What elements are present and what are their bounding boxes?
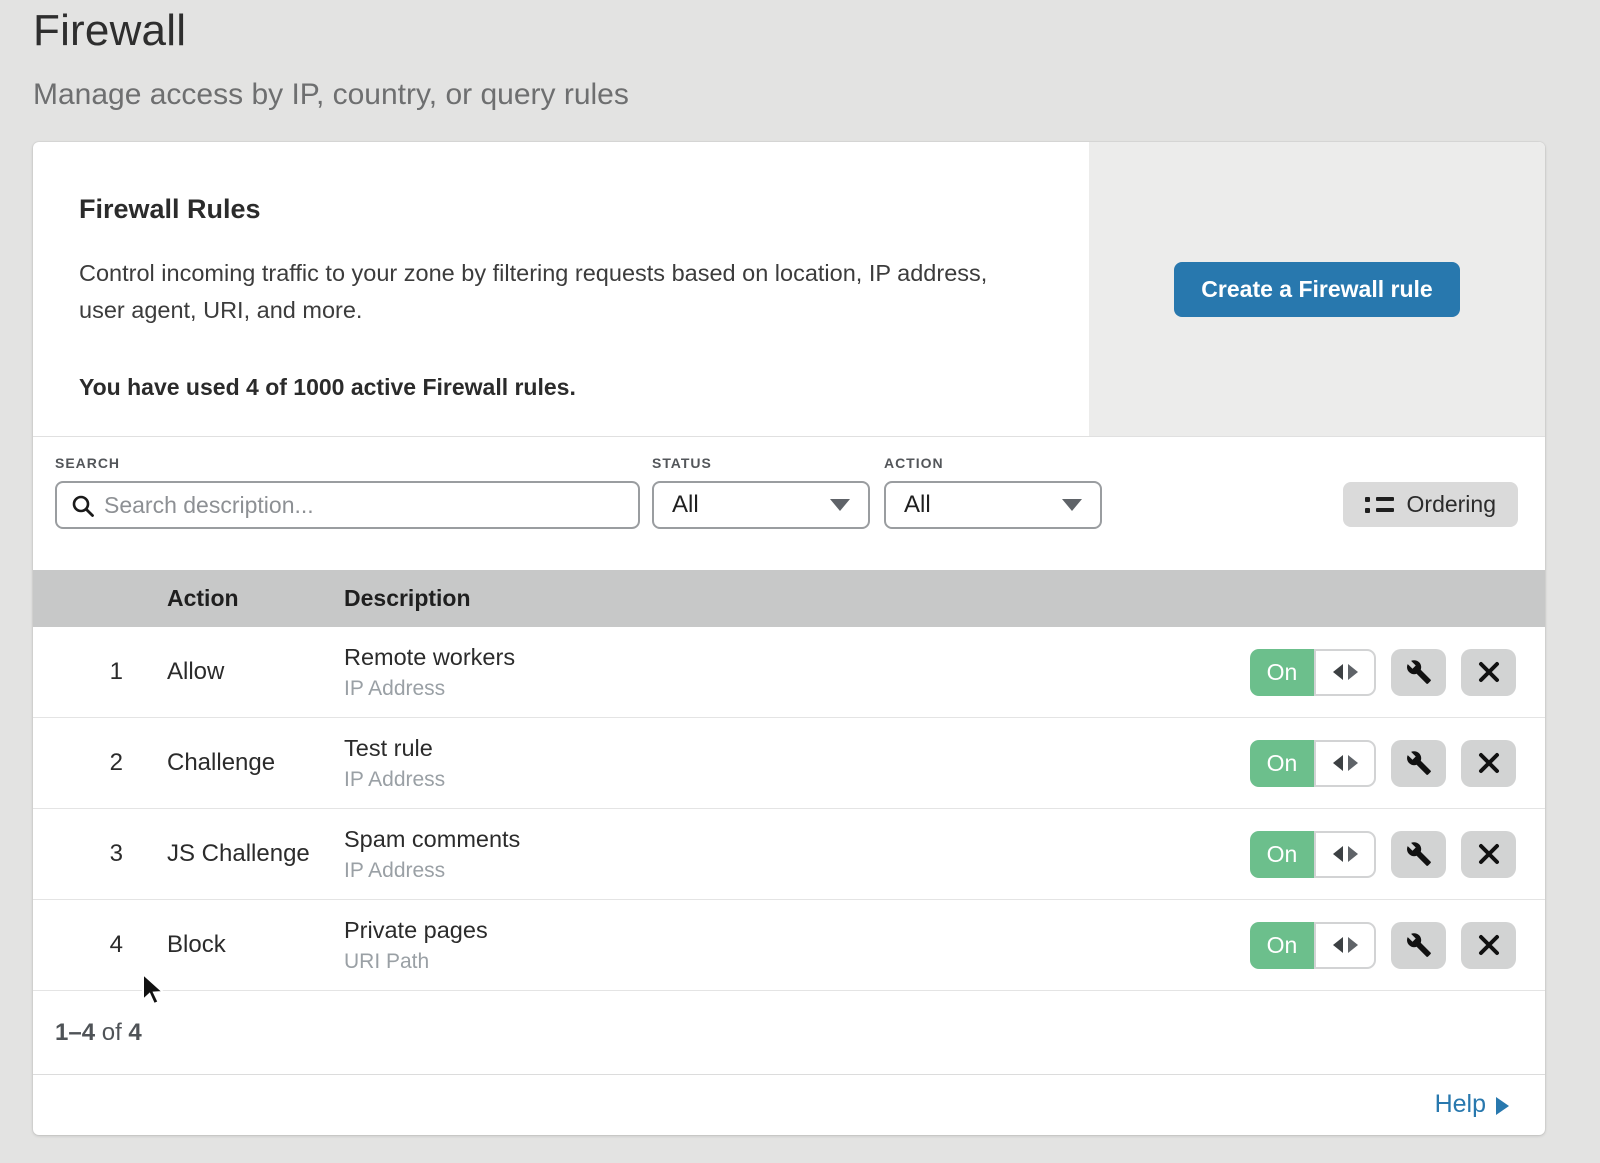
close-icon bbox=[1477, 842, 1501, 866]
rules-summary-section: Firewall Rules Control incoming traffic … bbox=[33, 142, 1545, 437]
table-row: 2 Challenge Test rule IP Address On bbox=[33, 718, 1545, 809]
toggle-on-label[interactable]: On bbox=[1250, 922, 1314, 969]
list-icon bbox=[1365, 497, 1394, 513]
ordering-button-label: Ordering bbox=[1407, 491, 1496, 518]
close-icon bbox=[1477, 660, 1501, 684]
row-controls: On bbox=[1250, 649, 1545, 696]
rule-enabled-toggle[interactable]: On bbox=[1250, 831, 1376, 878]
delete-rule-button[interactable] bbox=[1461, 740, 1516, 787]
action-label: ACTION bbox=[884, 455, 1102, 471]
close-icon bbox=[1477, 751, 1501, 775]
arrow-right-icon bbox=[1496, 1097, 1509, 1115]
rule-match-type: IP Address bbox=[344, 677, 1250, 701]
search-label: SEARCH bbox=[55, 455, 640, 471]
search-box[interactable] bbox=[55, 481, 640, 529]
status-select[interactable]: All bbox=[652, 481, 870, 529]
rule-match-type: IP Address bbox=[344, 859, 1250, 883]
toggle-arrows-icon[interactable] bbox=[1314, 922, 1376, 969]
toggle-arrows-icon[interactable] bbox=[1314, 740, 1376, 787]
page-subtitle: Manage access by IP, country, or query r… bbox=[33, 78, 1600, 112]
create-rule-panel: Create a Firewall rule bbox=[1089, 142, 1545, 436]
ordering-button[interactable]: Ordering bbox=[1343, 482, 1518, 527]
rule-description-cell: Private pages URI Path bbox=[344, 917, 1250, 974]
row-controls: On bbox=[1250, 831, 1545, 878]
row-controls: On bbox=[1250, 922, 1545, 969]
search-filter-group: SEARCH bbox=[55, 455, 640, 529]
page-title: Firewall bbox=[33, 6, 1600, 56]
help-row: Help bbox=[33, 1075, 1545, 1134]
row-controls: On bbox=[1250, 740, 1545, 787]
action-filter-group: ACTION All bbox=[884, 455, 1102, 529]
rule-action: Challenge bbox=[167, 749, 344, 777]
rule-priority: 2 bbox=[33, 749, 167, 777]
status-label: STATUS bbox=[652, 455, 870, 471]
toggle-on-label[interactable]: On bbox=[1250, 831, 1314, 878]
rule-priority: 1 bbox=[33, 658, 167, 686]
chevron-down-icon bbox=[830, 499, 850, 511]
filters-bar: SEARCH STATUS All ACTION All bbox=[33, 437, 1545, 570]
pagination-of: of bbox=[102, 1019, 122, 1046]
toggle-on-label[interactable]: On bbox=[1250, 740, 1314, 787]
pagination-total: 4 bbox=[128, 1019, 141, 1046]
rule-match-type: IP Address bbox=[344, 768, 1250, 792]
description-column-header: Description bbox=[344, 585, 1545, 612]
help-link[interactable]: Help bbox=[1435, 1090, 1509, 1119]
rule-description-cell: Spam comments IP Address bbox=[344, 826, 1250, 883]
rule-action: Block bbox=[167, 931, 344, 959]
toggle-arrows-icon[interactable] bbox=[1314, 831, 1376, 878]
rules-usage-count: You have used 4 of 1000 active Firewall … bbox=[79, 374, 1049, 401]
delete-rule-button[interactable] bbox=[1461, 649, 1516, 696]
table-header: Action Description bbox=[33, 570, 1545, 627]
action-selected-value: All bbox=[904, 491, 931, 519]
rule-action: Allow bbox=[167, 658, 344, 686]
page-header: Firewall Manage access by IP, country, o… bbox=[0, 0, 1600, 112]
rule-description: Test rule bbox=[344, 735, 1250, 762]
rules-heading: Firewall Rules bbox=[79, 194, 1049, 225]
rule-match-type: URI Path bbox=[344, 950, 1250, 974]
action-column-header: Action bbox=[167, 585, 344, 612]
create-firewall-rule-button[interactable]: Create a Firewall rule bbox=[1174, 262, 1459, 317]
rule-description: Remote workers bbox=[344, 644, 1250, 671]
table-row: 3 JS Challenge Spam comments IP Address … bbox=[33, 809, 1545, 900]
rule-description-cell: Remote workers IP Address bbox=[344, 644, 1250, 701]
table-row: 4 Block Private pages URI Path On bbox=[33, 900, 1545, 991]
rule-enabled-toggle[interactable]: On bbox=[1250, 649, 1376, 696]
delete-rule-button[interactable] bbox=[1461, 831, 1516, 878]
close-icon bbox=[1477, 933, 1501, 957]
search-icon bbox=[71, 494, 95, 518]
search-input[interactable] bbox=[57, 492, 638, 519]
rule-enabled-toggle[interactable]: On bbox=[1250, 922, 1376, 969]
rule-description: Private pages bbox=[344, 917, 1250, 944]
firewall-rules-card: Firewall Rules Control incoming traffic … bbox=[33, 142, 1545, 1135]
edit-rule-button[interactable] bbox=[1391, 831, 1446, 878]
delete-rule-button[interactable] bbox=[1461, 922, 1516, 969]
toggle-on-label[interactable]: On bbox=[1250, 649, 1314, 696]
help-link-label: Help bbox=[1435, 1090, 1486, 1119]
edit-rule-button[interactable] bbox=[1391, 740, 1446, 787]
pagination-range: 1–4 bbox=[55, 1019, 95, 1046]
rule-priority: 4 bbox=[33, 931, 167, 959]
wrench-icon bbox=[1406, 841, 1432, 867]
action-select[interactable]: All bbox=[884, 481, 1102, 529]
pagination-summary: 1–4 of 4 bbox=[33, 1019, 142, 1047]
rules-summary-text: Firewall Rules Control incoming traffic … bbox=[33, 142, 1089, 436]
status-filter-group: STATUS All bbox=[652, 455, 870, 529]
edit-rule-button[interactable] bbox=[1391, 922, 1446, 969]
rule-priority: 3 bbox=[33, 840, 167, 868]
wrench-icon bbox=[1406, 932, 1432, 958]
rule-action: JS Challenge bbox=[167, 840, 344, 868]
table-row: 1 Allow Remote workers IP Address On bbox=[33, 627, 1545, 718]
rule-enabled-toggle[interactable]: On bbox=[1250, 740, 1376, 787]
rules-description: Control incoming traffic to your zone by… bbox=[79, 255, 1029, 328]
rule-description: Spam comments bbox=[344, 826, 1250, 853]
chevron-down-icon bbox=[1062, 499, 1082, 511]
edit-rule-button[interactable] bbox=[1391, 649, 1446, 696]
status-selected-value: All bbox=[672, 491, 699, 519]
wrench-icon bbox=[1406, 659, 1432, 685]
wrench-icon bbox=[1406, 750, 1432, 776]
toggle-arrows-icon[interactable] bbox=[1314, 649, 1376, 696]
table-footer: 1–4 of 4 bbox=[33, 991, 1545, 1075]
rule-description-cell: Test rule IP Address bbox=[344, 735, 1250, 792]
